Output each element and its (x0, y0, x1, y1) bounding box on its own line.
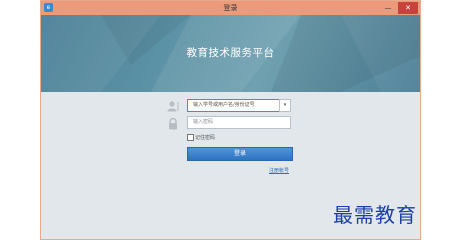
lock-icon (169, 118, 177, 130)
close-button[interactable]: ✕ (398, 2, 418, 14)
password-input[interactable]: 输入密码 (187, 116, 291, 129)
minimize-button[interactable]: — (382, 2, 394, 14)
remember-password-checkbox[interactable]: 记住密码 (187, 134, 215, 142)
title-bar: e 登录 — ✕ (41, 1, 420, 15)
user-icon (167, 101, 179, 112)
remember-password-label: 记住密码 (195, 135, 216, 141)
header-banner: 教育技术服务平台 (41, 15, 420, 92)
platform-title: 教育技术服务平台 (186, 47, 275, 59)
username-dropdown-button[interactable]: ▾ (279, 99, 291, 112)
checkbox-box[interactable] (187, 134, 194, 141)
window-title: 登录 (223, 4, 238, 12)
register-link[interactable]: 注册帐号 (269, 167, 289, 174)
username-input[interactable]: 输入学号或用户名/身份证号 (187, 99, 291, 112)
watermark-text: 最需教育 (333, 203, 417, 227)
login-button[interactable]: 登录 (187, 147, 293, 161)
